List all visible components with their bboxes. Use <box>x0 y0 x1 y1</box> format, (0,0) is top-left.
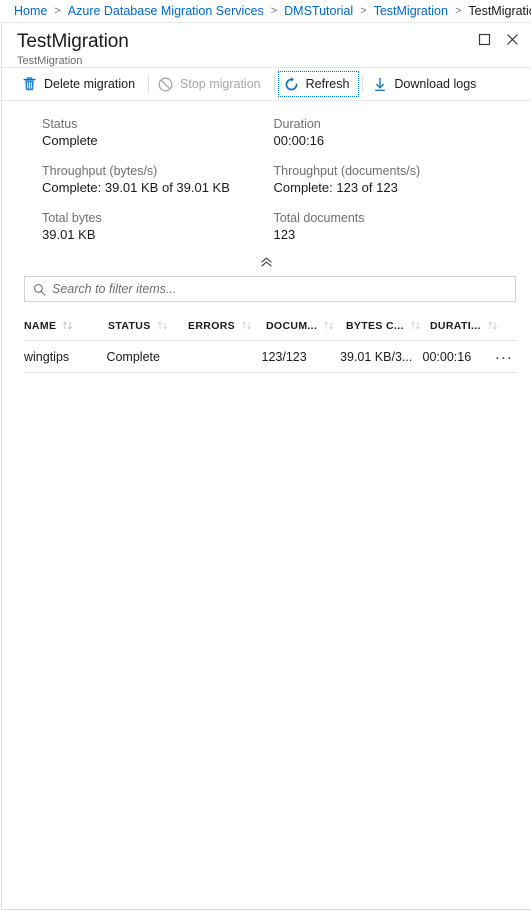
close-icon[interactable] <box>505 32 520 47</box>
page-title: TestMigration <box>17 31 129 52</box>
refresh-label: Refresh <box>305 77 350 91</box>
stat-throughput-bytes-label: Throughput (bytes/s) <box>42 164 158 178</box>
toolbar-divider <box>148 75 150 93</box>
blade: TestMigration TestMigration Delete migra… <box>1 23 531 910</box>
breadcrumb-separator: > <box>270 5 278 17</box>
delete-migration-button[interactable]: Delete migration <box>16 71 145 97</box>
blade-header: TestMigration TestMigration <box>2 23 531 67</box>
stat-status: Status Complete <box>42 116 267 150</box>
prohibited-icon <box>157 76 174 92</box>
breadcrumb-item-dmstutorial[interactable]: DMSTutorial <box>284 4 353 18</box>
refresh-icon <box>283 76 300 92</box>
breadcrumb-item-azure-database-migration-services[interactable]: Azure Database Migration Services <box>68 4 264 18</box>
download-icon <box>371 76 388 92</box>
column-header-errors-label: ERRORS <box>188 319 236 332</box>
breadcrumb-separator: > <box>54 5 61 17</box>
stat-duration: Duration 00:00:16 <box>274 116 531 150</box>
column-header-status[interactable]: STATUS <box>108 320 188 332</box>
column-header-documents[interactable]: DOCUM... <box>266 320 346 332</box>
search-input[interactable] <box>52 282 515 296</box>
breadcrumb-separator: > <box>360 5 367 17</box>
stop-migration-label: Stop migration <box>180 77 261 91</box>
stat-throughput-documents: Throughput (documents/s) Complete: 123 o… <box>274 163 531 197</box>
stat-total-documents-value: 123 <box>273 227 296 242</box>
sort-arrows-icon <box>323 321 334 330</box>
breadcrumb-item-testmigration[interactable]: TestMigration <box>374 4 448 18</box>
toolbar-divider <box>362 75 364 93</box>
column-header-name-label: NAME <box>24 319 57 332</box>
breadcrumb-item-home[interactable]: Home <box>14 4 47 18</box>
column-header-bytes-copied-label: BYTES C... <box>346 319 404 332</box>
column-header-duration-label: DURATI... <box>430 319 481 332</box>
summary-column-right: Duration 00:00:16 Throughput (documents/… <box>267 116 531 257</box>
sort-arrows-icon <box>487 321 498 330</box>
stat-total-bytes-label: Total bytes <box>42 211 102 225</box>
stat-total-bytes-value: 39.01 KB <box>42 227 96 242</box>
download-logs-button[interactable]: Download logs <box>366 71 486 97</box>
stat-total-documents-label: Total documents <box>273 211 365 225</box>
blade-toolbar: Delete migration Stop migration Refresh … <box>2 67 531 101</box>
column-header-duration[interactable]: DURATI... <box>430 320 502 332</box>
refresh-button[interactable]: Refresh <box>277 71 360 97</box>
stat-total-bytes: Total bytes 39.01 KB <box>42 210 267 244</box>
page-subtitle: TestMigration <box>17 55 83 67</box>
cell-duration: 00:00:16 <box>422 349 472 364</box>
stat-duration-value: 00:00:16 <box>273 133 325 148</box>
filter-area <box>2 270 531 302</box>
stat-throughput-documents-label: Throughput (documents/s) <box>273 164 421 178</box>
breadcrumb-separator: > <box>454 5 462 17</box>
cell-name: wingtips <box>24 349 70 364</box>
migration-summary: Status Complete Throughput (bytes/s) Com… <box>2 101 531 257</box>
column-header-errors[interactable]: ERRORS <box>188 320 266 332</box>
column-header-documents-label: DOCUM... <box>266 319 318 332</box>
breadcrumb: Home > Azure Database Migration Services… <box>0 0 531 23</box>
stat-status-value: Complete <box>42 133 98 148</box>
sort-arrows-icon <box>62 321 73 330</box>
cell-bytes: 39.01 KB/3... <box>340 349 413 364</box>
sort-arrows-icon <box>241 321 252 330</box>
sort-arrows-icon <box>410 321 421 330</box>
search-box[interactable] <box>24 276 516 302</box>
stat-status-label: Status <box>42 117 78 131</box>
sort-arrows-icon <box>157 321 168 330</box>
row-context-menu-button[interactable]: ... <box>493 346 515 366</box>
migration-items-table: NAME STATUS ERRORS DOCUM... BYTES C... D… <box>2 311 531 373</box>
trash-icon <box>21 76 38 92</box>
maximize-icon[interactable] <box>477 32 492 47</box>
cell-documents: 123/123 <box>261 349 307 364</box>
summary-column-left: Status Complete Throughput (bytes/s) Com… <box>2 116 267 257</box>
stat-throughput-bytes-value: Complete: 39.01 KB of 39.01 KB <box>42 180 230 195</box>
table-header-row: NAME STATUS ERRORS DOCUM... BYTES C... D… <box>24 311 516 341</box>
cell-actions: ... <box>493 346 516 366</box>
cell-status: Complete <box>106 349 160 364</box>
delete-migration-label: Delete migration <box>44 77 136 91</box>
search-icon <box>32 282 46 296</box>
column-header-bytes-copied[interactable]: BYTES C... <box>346 320 430 332</box>
column-header-name[interactable]: NAME <box>24 320 108 332</box>
download-logs-label: Download logs <box>394 77 477 91</box>
table-row[interactable]: wingtips Complete 123/123 39.01 KB/3... … <box>24 341 516 373</box>
toolbar-divider <box>273 75 275 93</box>
stat-throughput-documents-value: Complete: 123 of 123 <box>273 180 398 195</box>
chevron-double-up-icon[interactable] <box>260 256 273 268</box>
window-controls <box>477 32 520 47</box>
stat-total-documents: Total documents 123 <box>274 210 531 244</box>
azure-portal-blade-page: Home > Azure Database Migration Services… <box>0 0 531 911</box>
stat-duration-label: Duration <box>273 117 321 131</box>
column-header-status-label: STATUS <box>108 319 151 332</box>
stop-migration-button: Stop migration <box>152 71 271 97</box>
breadcrumb-item-current: TestMigration <box>468 4 531 18</box>
stat-throughput-bytes: Throughput (bytes/s) Complete: 39.01 KB … <box>42 163 267 197</box>
